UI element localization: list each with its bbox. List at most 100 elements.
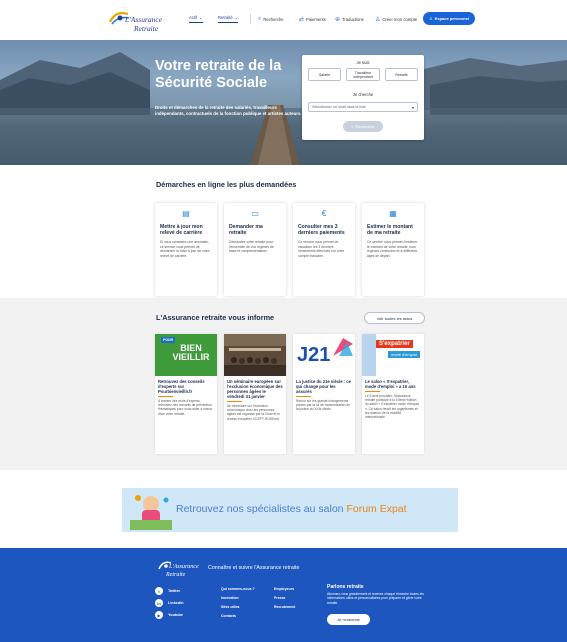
computer-icon: ▭ — [251, 209, 259, 218]
news-image-badge: POUR — [161, 337, 176, 343]
site-logo[interactable]: L'Assurance Retraite — [108, 8, 178, 36]
news-image-justice: J21 — [293, 334, 355, 376]
newsletter-text: Abonnez-vous gratuitement et recevez cha… — [327, 592, 424, 605]
option-travailleur-independant[interactable]: Travailleur indépendant — [346, 68, 380, 81]
chevron-down-icon: ⌄ — [199, 15, 203, 20]
calculator-icon: ▦ — [389, 209, 397, 218]
newsletter-subscribe-button[interactable]: Je m'abonne — [327, 614, 370, 625]
nav-creer-compte-label: Créer mon compte — [382, 16, 418, 22]
tab-retraite[interactable]: Retraité ⌄ — [218, 13, 239, 25]
caret-down-icon: ▾ — [411, 104, 414, 110]
demarche-card-text: Ce service vous permet de visualiser les… — [298, 240, 345, 258]
footer-link-contacts[interactable]: Contacts — [221, 614, 236, 618]
search-icon: ⌕ — [351, 124, 354, 129]
user-add-icon: ♙ — [375, 16, 381, 23]
demarche-card-estimer[interactable]: ▦ Estimer le montant de ma retraite Ce s… — [362, 203, 424, 296]
news-image-expatrier: S'expatrier mode d'emploi — [362, 334, 424, 376]
demarche-card-demander[interactable]: ▭ Demander ma retraite Demandez votre re… — [224, 203, 286, 296]
footer-social-label: Twitter — [168, 589, 181, 593]
news-card-seminaire[interactable]: Un séminaire européen sur l'exclusion éc… — [224, 334, 286, 454]
je-suis-label: Je suis — [356, 60, 370, 65]
linkedin-icon: in — [155, 599, 163, 607]
banner-text-accent: Forum Expat — [346, 503, 407, 515]
footer-link-innovation[interactable]: Innovation — [221, 596, 239, 600]
footer-link-qui-sommes-nous[interactable]: Qui sommes-nous ? — [221, 587, 255, 591]
news-card-text: Le 5 avril prochain, l'Assurance retrait… — [365, 394, 420, 420]
news-card-justice[interactable]: J21 La justice du 21e siècle : ce qui ch… — [293, 334, 355, 454]
demarche-card-text: Si vous constatez une anomalie, ce servi… — [160, 240, 210, 258]
news-card-divider — [365, 391, 380, 392]
news-image-seminaire — [224, 334, 286, 376]
footer-link-recrutement[interactable]: Recrutement — [274, 605, 295, 609]
news-image-bien-vieillir: POUR BIEN VIEILLIR — [155, 334, 217, 376]
espace-personnel-button[interactable]: ♙ Espace personnel — [423, 12, 475, 25]
demarche-card-text: Ce service vous permet d'estimer le mont… — [367, 240, 418, 258]
euro-icon: € — [321, 209, 327, 218]
option-retraite[interactable]: Retraité — [385, 68, 418, 81]
demarche-card-releve[interactable]: ▤ Mettre à jour mon relevé de carrière S… — [155, 203, 217, 296]
nav-paiements-label: Paiements — [306, 16, 326, 22]
forum-expat-banner[interactable]: Retrouvez nos spécialistes au salon Foru… — [122, 488, 458, 532]
footer-social-linkedin[interactable]: in LinkedIn — [155, 599, 184, 607]
news-card-text: Un séminaire sur l'exclusion économique … — [227, 404, 280, 421]
tab-actif[interactable]: Actif ⌄ — [189, 13, 203, 25]
demarche-card-paiements[interactable]: € Consulter mes 3 derniers paiements Ce … — [293, 203, 355, 296]
nav-recherche[interactable]: ⌕ Recherche — [258, 13, 284, 25]
news-title: L'Assurance retraite vous informe — [156, 313, 275, 322]
motif-select[interactable]: Sélectionner un motif dans la liste ▾ — [308, 102, 418, 112]
news-card-title: Le salon « S'expatrier, mode d'emploi » … — [365, 379, 416, 389]
news-card-divider — [296, 396, 311, 397]
conference-photo — [224, 334, 286, 376]
decorative-shapes-icon — [333, 338, 353, 356]
logo-text-line1: L'Assurance — [125, 15, 163, 24]
demarche-card-title: Estimer le montant de ma retraite — [367, 224, 413, 236]
twitter-icon: t — [155, 587, 163, 595]
demarches-title: Démarches en ligne les plus demandées — [156, 180, 297, 189]
youtube-icon: ▶ — [155, 611, 163, 619]
rechercher-label: Rechercher — [355, 124, 375, 129]
search-icon: ⌕ — [258, 15, 262, 22]
footer-link-employeurs[interactable]: Employeurs — [274, 587, 294, 591]
nav-recherche-label: Recherche — [263, 16, 284, 22]
tab-retraite-label: Retraité — [218, 15, 233, 20]
news-card-title: Un séminaire européen sur l'exclusion éc… — [227, 379, 283, 399]
footer-logo-line2: Retraite — [166, 572, 186, 578]
demarche-card-title: Consulter mes 3 derniers paiements — [298, 224, 345, 236]
news-card-divider — [227, 401, 242, 402]
news-card-text: Retour sur les grands changements prévus… — [296, 399, 351, 412]
footer-link-presse[interactable]: Presse — [274, 596, 285, 600]
news-image-title: BIEN VIEILLIR — [172, 343, 210, 362]
footer-social-twitter[interactable]: t Twitter — [155, 587, 180, 595]
logo-text-line2: Retraite — [134, 24, 159, 33]
news-card-bien-vieillir[interactable]: POUR BIEN VIEILLIR Retrouvez des conseil… — [155, 334, 217, 454]
nav-creer-compte[interactable]: ♙ Créer mon compte — [375, 13, 417, 25]
footer-tagline: Connaître et suivre l'Assurance retraite — [208, 565, 300, 571]
globe-icon: ⊕ — [335, 16, 341, 23]
rechercher-button[interactable]: ⌕ Rechercher — [343, 121, 383, 132]
footer-logo-line1: L'Assurance — [169, 564, 199, 570]
footer-social-youtube[interactable]: ▶ Youtube — [155, 611, 183, 619]
news-card-expatrier[interactable]: S'expatrier mode d'emploi Le salon « S'e… — [362, 334, 424, 454]
nav-paiements[interactable]: ⇄ Paiements — [299, 13, 326, 25]
footer-link-sites-utiles[interactable]: Sites utiles — [221, 605, 239, 609]
news-image-title: S'expatrier — [376, 340, 413, 348]
nav-traductions[interactable]: ⊕ Traductions — [335, 13, 364, 25]
document-icon: ▤ — [182, 209, 190, 218]
news-card-title: Retrouvez des conseils d'experts sur Pou… — [158, 379, 205, 394]
news-card-divider — [158, 396, 173, 397]
banner-illustration — [130, 495, 172, 530]
hero-section: Votre retraite de la Sécurité Sociale Dr… — [0, 40, 567, 165]
option-salarie[interactable]: Salarié — [308, 68, 341, 81]
espace-personnel-label: Espace personnel — [434, 16, 469, 21]
hero-subtitle: Droits et démarches de la retraite des s… — [155, 105, 302, 116]
nav-traductions-label: Traductions — [342, 16, 364, 22]
tab-actif-label: Actif — [189, 15, 198, 20]
demarche-card-title: Demander ma retraite — [229, 224, 263, 236]
banner-text-main: Retrouvez nos spécialistes au salon — [176, 503, 344, 515]
news-image-figure — [362, 334, 376, 376]
site-header: L'Assurance Retraite Actif ⌄ Retraité ⌄ ⌕ R… — [0, 0, 567, 40]
voir-toutes-actus-button[interactable]: Voir toutes les actus — [364, 312, 425, 324]
news-image-title: J21 — [297, 344, 331, 366]
footer-social-label: Youtube — [168, 613, 183, 617]
user-icon: ♙ — [429, 16, 433, 21]
